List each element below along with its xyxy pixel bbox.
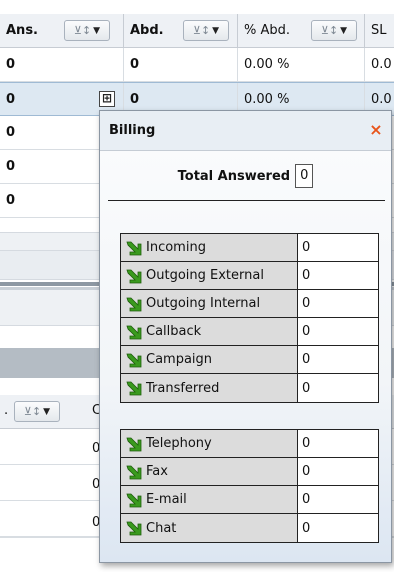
green-arrow-icon — [126, 437, 142, 451]
green-arrow-icon — [126, 521, 142, 536]
green-arrow-icon — [126, 297, 142, 311]
close-icon[interactable]: × — [368, 121, 384, 139]
stat-row: Outgoing External 0 — [121, 262, 378, 290]
stat-name: Transferred — [121, 374, 298, 402]
stat-label: Campaign — [146, 352, 213, 367]
green-arrow-icon — [126, 381, 142, 396]
total-answered-label: Total Answered — [177, 168, 291, 184]
popup-title-bar[interactable]: Billing — [100, 111, 391, 151]
popup-title: Billing — [109, 123, 156, 138]
chevron-down-icon: ▼ — [93, 25, 101, 36]
column-header-pct-abd[interactable]: % Abd. ⊻↕ ▼ — [238, 14, 365, 48]
green-arrow-icon — [126, 325, 142, 339]
stat-name: Incoming — [121, 234, 298, 261]
stat-value: 0 — [298, 234, 378, 261]
stat-row: Campaign 0 — [121, 346, 378, 374]
column-header-ans[interactable]: Ans. ⊻↕ ▼ — [0, 14, 124, 48]
stat-label: Transferred — [146, 380, 220, 396]
stat-value: 0 — [298, 458, 378, 485]
stat-value: 0 — [298, 290, 378, 317]
chevron-down-icon: ▼ — [212, 25, 220, 36]
filter-sort-button[interactable]: ⊻↕ ▼ — [311, 20, 357, 41]
stat-label: Telephony — [146, 436, 212, 451]
column-header-label: SL — [371, 23, 387, 38]
stat-row: Outgoing Internal 0 — [121, 290, 378, 318]
expand-icon[interactable]: ⊞ — [99, 91, 115, 107]
green-arrow-icon — [126, 493, 142, 507]
channel-table: Telephony 0 Fax 0 E-mail 0 Chat 0 — [120, 429, 379, 543]
green-arrow-icon — [126, 465, 142, 479]
stat-name: Telephony — [121, 430, 298, 457]
stat-name: Campaign — [121, 346, 298, 373]
stat-value: 0 — [298, 430, 378, 457]
stat-row: Callback 0 — [121, 318, 378, 346]
total-answered: Total Answered 0 — [100, 161, 391, 191]
cell-abd: 0 — [124, 48, 238, 81]
stat-name: Outgoing Internal — [121, 290, 298, 317]
filter-sort-icon: ⊻↕ — [23, 405, 42, 418]
chevron-down-icon: ▼ — [340, 25, 348, 36]
stat-value: 0 — [298, 318, 378, 345]
stat-row: Incoming 0 — [121, 234, 378, 262]
column-header-label: . — [4, 403, 9, 418]
column-header-abd[interactable]: Abd. ⊻↕ ▼ — [124, 14, 238, 48]
green-arrow-icon — [126, 241, 142, 255]
column-header-label: Abd. — [130, 23, 164, 38]
filter-sort-button[interactable]: ⊻↕ ▼ — [14, 401, 60, 422]
filter-sort-button[interactable]: ⊻↕ ▼ — [64, 20, 110, 41]
stat-name: Fax — [121, 458, 298, 485]
stat-value: 0 — [298, 374, 378, 402]
stat-row: E-mail 0 — [121, 486, 378, 514]
stat-value: 0 — [298, 262, 378, 289]
column-header-sl[interactable]: SL — [365, 14, 394, 48]
cell-pct-abd: 0.00 % — [238, 48, 365, 81]
stat-label: Fax — [146, 464, 168, 479]
cell-ans: 0 — [0, 48, 124, 81]
filter-sort-button[interactable]: ⊻↕ ▼ — [183, 20, 229, 41]
stat-label: Outgoing Internal — [146, 296, 261, 311]
stat-value: 0 — [298, 514, 378, 542]
stat-name: Chat — [121, 514, 298, 542]
stat-row: Telephony 0 — [121, 430, 378, 458]
total-answered-value: 0 — [295, 164, 314, 188]
divider — [108, 200, 385, 201]
billing-popup: Billing × Total Answered 0 Incoming 0 Outg… — [99, 110, 392, 563]
green-arrow-icon — [126, 353, 142, 367]
green-arrow-icon — [126, 269, 142, 283]
stat-label: E-mail — [146, 492, 187, 507]
filter-sort-icon: ⊻↕ — [73, 24, 92, 37]
chevron-down-icon: ▼ — [43, 406, 51, 417]
stat-row: Fax 0 — [121, 458, 378, 486]
filter-sort-icon: ⊻↕ — [192, 24, 211, 37]
stat-label: Callback — [146, 324, 202, 339]
stat-row: Chat 0 — [121, 514, 378, 542]
stat-label: Incoming — [146, 240, 206, 255]
stat-label: Outgoing External — [146, 268, 264, 283]
column-header-label: % Abd. — [244, 23, 291, 38]
stat-name: E-mail — [121, 486, 298, 513]
call-type-table: Incoming 0 Outgoing External 0 Outgoing Inte… — [120, 233, 379, 403]
stat-name: Outgoing External — [121, 262, 298, 289]
cell-sl: 0.0 — [371, 57, 392, 72]
column-header-label: Ans. — [6, 23, 38, 38]
stat-name: Callback — [121, 318, 298, 345]
stat-label: Chat — [146, 520, 177, 536]
stat-value: 0 — [298, 346, 378, 373]
stat-row: Transferred 0 — [121, 374, 378, 402]
stat-value: 0 — [298, 486, 378, 513]
filter-sort-icon: ⊻↕ — [320, 24, 339, 37]
table-row[interactable]: 0 0 0.00 % 0.0 — [0, 48, 394, 82]
